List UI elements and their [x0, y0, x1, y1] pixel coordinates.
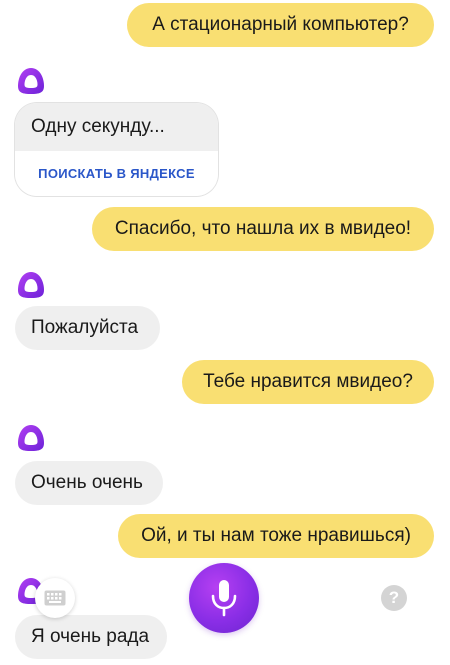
keyboard-button[interactable]: [35, 578, 75, 618]
alice-avatar-icon: [18, 272, 44, 298]
bot-message: Я очень рада: [15, 615, 167, 659]
microphone-button[interactable]: [189, 563, 259, 633]
user-message: А стационарный компьютер?: [127, 3, 434, 47]
search-yandex-button[interactable]: ПОИСКАТЬ В ЯНДЕКСЕ: [15, 151, 218, 196]
user-message: Спасибо, что нашла их в мвидео!: [92, 207, 434, 251]
bot-message-text: Одну секунду...: [15, 103, 218, 151]
keyboard-icon: [44, 590, 66, 606]
user-message: Тебе нравится мвидео?: [182, 360, 434, 404]
bot-message: Пожалуйста: [15, 306, 160, 350]
alice-avatar-icon: [18, 68, 44, 94]
microphone-icon: [211, 580, 237, 617]
user-message: Ой, и ты нам тоже нравишься): [118, 514, 434, 558]
help-icon: ?: [388, 588, 400, 607]
alice-avatar-icon: [18, 425, 44, 451]
bot-message-card: Одну секунду... ПОИСКАТЬ В ЯНДЕКСЕ: [15, 103, 218, 196]
bot-message: Очень очень: [15, 461, 163, 505]
help-button[interactable]: ?: [381, 585, 407, 611]
